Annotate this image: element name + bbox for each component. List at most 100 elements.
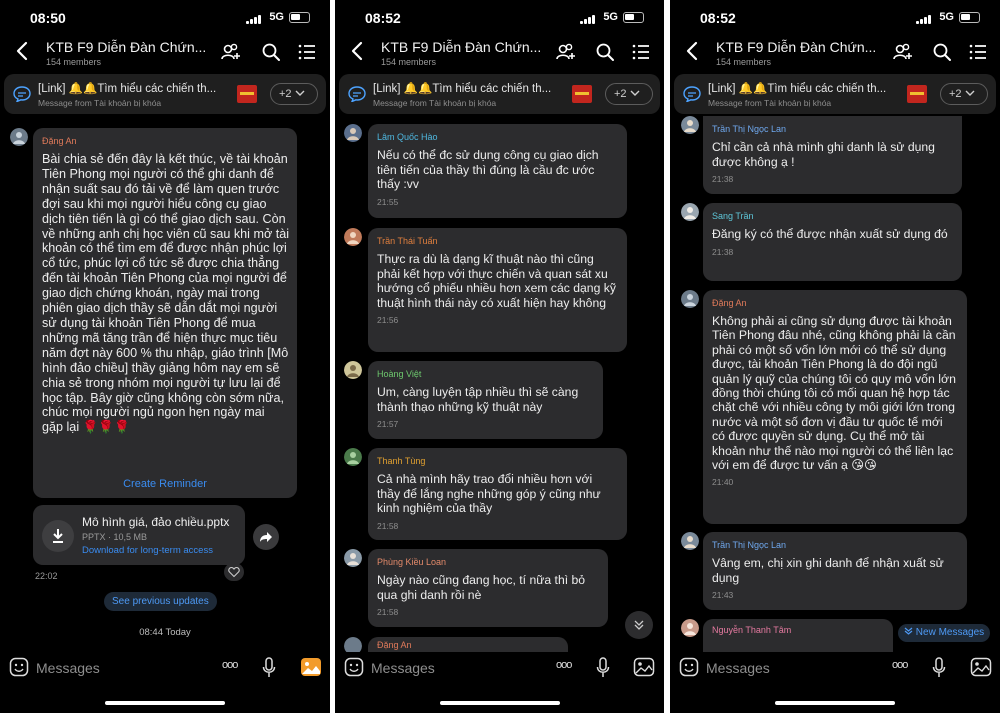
message-sender: Lâm Quốc Hào xyxy=(377,132,438,142)
message-input[interactable]: Messages xyxy=(36,660,100,676)
signal-icon xyxy=(916,14,932,24)
heart-icon xyxy=(228,566,240,578)
message-time: 21:40 xyxy=(712,477,734,488)
back-icon[interactable] xyxy=(14,40,32,62)
message-time: 21:43 xyxy=(712,590,734,601)
message-bubble[interactable]: Thanh Tùng Cả nhà mình hãy trao đổi nhiề… xyxy=(368,448,627,540)
image-icon[interactable] xyxy=(633,657,655,677)
message-input[interactable]: Messages xyxy=(706,660,770,676)
back-icon[interactable] xyxy=(349,40,367,62)
status-clock: 08:52 xyxy=(700,10,736,26)
phone-screen-2: 08:52 5G KTB F9 Diễn Đàn Chứn... 154 mem… xyxy=(335,0,664,713)
message-sender: Đặng An xyxy=(377,640,412,650)
react-button[interactable] xyxy=(224,563,244,581)
new-messages-button[interactable]: New Messages xyxy=(898,624,991,642)
chat-header: KTB F9 Diễn Đàn Chứn... 154 members xyxy=(670,36,1000,70)
message-time: 21:55 xyxy=(377,196,399,207)
message-bubble[interactable]: Hoàng Việt Um, càng luyện tập nhiều thì … xyxy=(368,361,603,439)
avatar[interactable] xyxy=(344,361,362,379)
pinned-message[interactable]: [Link] 🔔🔔Tìm hiểu các chiến th... Messag… xyxy=(674,74,996,114)
menu-icon[interactable] xyxy=(630,41,652,63)
scroll-down-button[interactable] xyxy=(625,611,653,639)
message-time: 21:38 xyxy=(712,174,734,185)
avatar[interactable] xyxy=(10,128,28,146)
download-button[interactable] xyxy=(42,520,74,552)
back-icon[interactable] xyxy=(684,40,702,62)
file-attachment[interactable]: Mô hình giá, đảo chiều.pptx PPTX · 10,5 … xyxy=(33,505,245,565)
chat-title[interactable]: KTB F9 Diễn Đàn Chứn... xyxy=(46,39,206,55)
avatar[interactable] xyxy=(344,124,362,142)
file-name: Mô hình giá, đảo chiều.pptx xyxy=(82,515,230,529)
add-member-icon[interactable] xyxy=(892,41,914,63)
image-icon[interactable] xyxy=(300,657,322,677)
chat-title[interactable]: KTB F9 Diễn Đàn Chứn... xyxy=(716,39,876,55)
pinned-more-button[interactable]: +2 xyxy=(605,83,653,105)
microphone-icon[interactable] xyxy=(932,657,946,679)
message-time: 22:02 xyxy=(35,571,58,581)
phone-screen-3: 08:52 5G KTB F9 Diễn Đàn Chứn... 154 mem… xyxy=(670,0,1000,713)
microphone-icon[interactable] xyxy=(262,657,276,679)
message-bubble[interactable]: Nguyễn Thanh Tâm xyxy=(703,619,893,652)
forward-icon xyxy=(260,532,272,542)
message-bubble[interactable]: Trần Thị Ngọc Lan Vâng em, chị xin ghi d… xyxy=(703,532,967,610)
microphone-icon[interactable] xyxy=(596,657,610,679)
message-bubble[interactable]: Lâm Quốc Hào Nếu có thể đc sử dụng công … xyxy=(368,124,627,218)
status-bar: 08:52 5G xyxy=(335,0,664,36)
battery-icon xyxy=(959,12,980,23)
avatar[interactable] xyxy=(344,448,362,466)
new-messages-label: New Messages xyxy=(915,627,985,638)
menu-icon[interactable] xyxy=(967,41,989,63)
search-icon[interactable] xyxy=(260,41,282,63)
pinned-more-button[interactable]: +2 xyxy=(940,83,988,105)
see-previous-updates-button[interactable]: See previous updates xyxy=(104,592,217,611)
avatar[interactable] xyxy=(681,532,699,550)
message-input[interactable]: Messages xyxy=(371,660,435,676)
chat-header: KTB F9 Diễn Đàn Chứn... 154 members xyxy=(0,36,330,70)
search-icon[interactable] xyxy=(594,41,616,63)
avatar[interactable] xyxy=(344,549,362,567)
chevron-down-icon xyxy=(634,620,644,630)
message-text: Ngày nào cũng đang học, tí nữa thì bỏ qu… xyxy=(377,573,586,602)
pinned-thumbnail xyxy=(572,85,592,103)
message-time: 21:56 xyxy=(377,315,399,326)
pinned-more-button[interactable]: +2 xyxy=(270,83,318,105)
message-time: 21:38 xyxy=(712,246,734,257)
message-bubble[interactable]: Trần Thị Ngọc Lan Chỉ cần cả nhà mình gh… xyxy=(703,116,962,194)
avatar[interactable] xyxy=(681,203,699,221)
emoji-icon[interactable] xyxy=(344,657,364,677)
message-bubble[interactable]: Trần Thái Tuấn Thực ra dù là dạng kĩ thu… xyxy=(368,228,627,352)
avatar[interactable] xyxy=(681,619,699,637)
avatar[interactable] xyxy=(344,228,362,246)
create-reminder-link[interactable]: Create Reminder xyxy=(33,478,297,490)
chevron-down-icon xyxy=(295,90,305,96)
avatar[interactable] xyxy=(681,290,699,308)
message-sender: Đặng An xyxy=(712,298,747,308)
network-label: 5G xyxy=(269,11,284,23)
search-icon[interactable] xyxy=(931,41,953,63)
message-composer: Messages ooo xyxy=(335,652,664,684)
add-member-icon[interactable] xyxy=(220,41,242,63)
more-options-icon[interactable]: ooo xyxy=(892,659,908,671)
chat-title[interactable]: KTB F9 Diễn Đàn Chứn... xyxy=(381,39,541,55)
more-options-icon[interactable]: ooo xyxy=(222,659,238,671)
add-member-icon[interactable] xyxy=(555,41,577,63)
message-sender: Trần Thị Ngọc Lan xyxy=(712,124,787,134)
message-sender: Trần Thị Ngọc Lan xyxy=(712,540,787,550)
pinned-message[interactable]: [Link] 🔔🔔Tìm hiểu các chiến th... Messag… xyxy=(4,74,326,114)
pinned-message[interactable]: [Link] 🔔🔔Tìm hiểu các chiến th... Messag… xyxy=(339,74,660,114)
emoji-icon[interactable] xyxy=(679,657,699,677)
more-options-icon[interactable]: ooo xyxy=(556,659,572,671)
message-bubble[interactable]: Đặng An xyxy=(368,637,568,652)
member-count: 154 members xyxy=(46,57,102,67)
forward-button[interactable] xyxy=(253,524,279,550)
message-bubble[interactable]: Đặng An Không phải ai cũng sử dụng được … xyxy=(703,290,967,524)
pinned-title: [Link] 🔔🔔Tìm hiểu các chiến th... xyxy=(38,83,217,95)
message-bubble[interactable]: Sang Trần Đăng ký có thể được nhận xuất … xyxy=(703,203,962,281)
message-bubble[interactable]: Đặng An Bài chia sẻ đến đây là kết thúc,… xyxy=(33,128,297,498)
avatar[interactable] xyxy=(681,116,699,134)
menu-icon[interactable] xyxy=(296,41,318,63)
download-link[interactable]: Download for long-term access xyxy=(82,545,213,556)
emoji-icon[interactable] xyxy=(9,657,29,677)
message-bubble[interactable]: Phùng Kiều Loan Ngày nào cũng đang học, … xyxy=(368,549,608,627)
image-icon[interactable] xyxy=(970,657,992,677)
